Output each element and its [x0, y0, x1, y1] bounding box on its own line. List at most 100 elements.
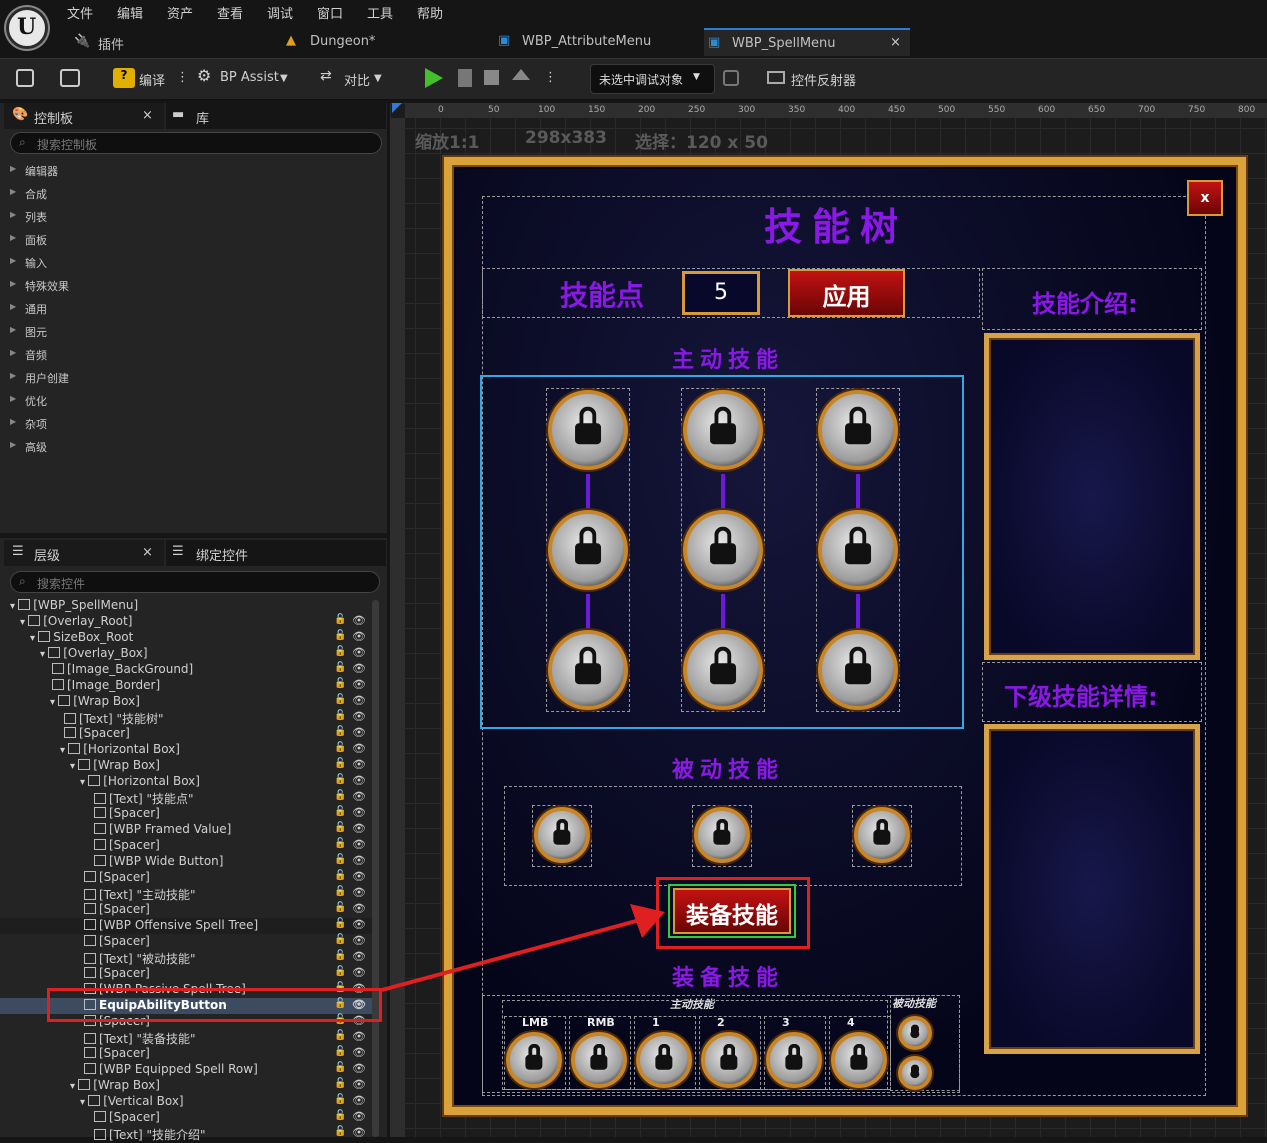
debug-target-icon[interactable] [723, 70, 739, 86]
expander-icon[interactable]: ▾ [80, 1097, 88, 1108]
eye-icon[interactable]: 👁 [352, 726, 366, 739]
expander-icon[interactable]: ▾ [30, 633, 38, 644]
expander-icon[interactable]: ▾ [10, 601, 18, 612]
compile-button[interactable]: 编译 [139, 70, 165, 89]
lock-icon[interactable]: 🔓 [334, 710, 346, 721]
equipped-spell-globe[interactable] [571, 1032, 627, 1088]
eye-icon[interactable]: 👁 [352, 710, 366, 723]
palette-category[interactable]: 输入 [0, 251, 385, 274]
hierarchy-tab[interactable]: ☰ 层级 × [4, 540, 164, 566]
eye-icon[interactable]: 👁 [352, 854, 366, 867]
close-icon[interactable]: × [142, 545, 153, 560]
menu-file[interactable]: 文件 [67, 3, 93, 22]
lock-icon[interactable]: 🔓 [334, 1126, 346, 1137]
hierarchy-row[interactable]: [Text] "技能树" 🔓 👁 [0, 710, 372, 726]
eye-icon[interactable]: 👁 [352, 1046, 366, 1059]
hierarchy-row[interactable]: ▾ [Horizontal Box] 🔓 👁 [0, 742, 372, 758]
hierarchy-row[interactable]: [Spacer] 🔓 👁 [0, 1046, 372, 1062]
eye-icon[interactable]: 👁 [352, 1110, 366, 1123]
more-icon[interactable]: ⋮ [544, 70, 557, 85]
lock-icon[interactable]: 🔓 [334, 806, 346, 817]
lock-icon[interactable]: 🔓 [334, 934, 346, 945]
hierarchy-row[interactable]: [Spacer] 🔓 👁 [0, 902, 372, 918]
unreal-logo-icon[interactable]: U [6, 7, 48, 49]
hierarchy-row[interactable]: [Text] "装备技能" 🔓 👁 [0, 1030, 372, 1046]
eye-icon[interactable]: 👁 [352, 934, 366, 947]
palette-category[interactable]: 音频 [0, 343, 385, 366]
hierarchy-row[interactable]: [Spacer] 🔓 👁 [0, 966, 372, 982]
palette-tab[interactable]: 🎨 控制板 × [4, 103, 164, 129]
palette-category[interactable]: 面板 [0, 228, 385, 251]
hierarchy-row[interactable]: ▾ [Wrap Box] 🔓 👁 [0, 694, 372, 710]
offensive-spell-globe[interactable] [548, 390, 628, 470]
lock-icon[interactable]: 🔓 [334, 662, 346, 673]
menu-view[interactable]: 查看 [217, 3, 243, 22]
tab-attribute-menu[interactable]: ▣ WBP_AttributeMenu [494, 28, 694, 56]
apply-button[interactable]: 应用 [788, 269, 905, 317]
offensive-spell-globe[interactable] [818, 390, 898, 470]
equipped-spell-globe[interactable] [766, 1032, 822, 1088]
diff-button[interactable]: 对比 [344, 70, 370, 89]
tab-spell-menu[interactable]: ▣ WBP_SpellMenu × [704, 28, 910, 56]
menu-debug[interactable]: 调试 [267, 3, 293, 22]
passive-spell-globe[interactable] [694, 807, 750, 863]
save-icon[interactable] [16, 69, 34, 87]
close-tab-icon[interactable]: × [890, 35, 901, 50]
expander-icon[interactable]: ▾ [80, 777, 88, 788]
hierarchy-row[interactable]: [Spacer] 🔓 👁 [0, 870, 372, 886]
hierarchy-row[interactable]: [Spacer] 🔓 👁 [0, 726, 372, 742]
menu-asset[interactable]: 资产 [167, 3, 193, 22]
equipped-passive-globe[interactable] [898, 1016, 932, 1050]
eye-icon[interactable]: 👁 [352, 614, 366, 627]
hierarchy-row[interactable]: [Text] "技能介绍" 🔓 👁 [0, 1126, 372, 1142]
eye-icon[interactable]: 👁 [352, 902, 366, 915]
lock-icon[interactable]: 🔓 [334, 774, 346, 785]
expander-icon[interactable]: ▾ [40, 649, 48, 660]
lock-icon[interactable]: 🔓 [334, 950, 346, 961]
eye-icon[interactable]: 👁 [352, 1062, 366, 1075]
compile-icon[interactable]: ? [113, 68, 135, 88]
eye-icon[interactable]: 👁 [352, 838, 366, 851]
gear-icon[interactable]: ⚙ [197, 66, 211, 85]
eye-icon[interactable]: 👁 [352, 1030, 366, 1043]
eye-icon[interactable]: 👁 [352, 966, 366, 979]
offensive-spell-globe[interactable] [818, 510, 898, 590]
hierarchy-row[interactable]: ▾ [Overlay_Box] 🔓 👁 [0, 646, 372, 662]
palette-category[interactable]: 杂项 [0, 412, 385, 435]
lock-icon[interactable]: 🔓 [334, 1030, 346, 1041]
menu-window[interactable]: 窗口 [317, 3, 343, 22]
equipped-spell-globe[interactable] [506, 1032, 562, 1088]
eye-icon[interactable]: 👁 [352, 822, 366, 835]
lock-icon[interactable]: 🔓 [334, 1062, 346, 1073]
chevron-down-icon[interactable]: ▼ [374, 73, 382, 84]
hierarchy-row[interactable]: ▾ [Overlay_Root] 🔓 👁 [0, 614, 372, 630]
expander-icon[interactable]: ▾ [70, 1081, 78, 1092]
equipped-spell-globe[interactable] [636, 1032, 692, 1088]
close-button[interactable]: x [1187, 180, 1223, 216]
library-tab[interactable]: ▬ 库 [166, 103, 386, 129]
lock-icon[interactable]: 🔓 [334, 1094, 346, 1105]
offensive-spell-globe[interactable] [548, 630, 628, 710]
eye-icon[interactable]: 👁 [352, 774, 366, 787]
lock-icon[interactable]: 🔓 [334, 1046, 346, 1057]
hierarchy-row[interactable]: ▾ [Horizontal Box] 🔓 👁 [0, 774, 372, 790]
palette-category[interactable]: 合成 [0, 182, 385, 205]
eye-icon[interactable]: 👁 [352, 630, 366, 643]
lock-icon[interactable]: 🔓 [334, 966, 346, 977]
lock-icon[interactable]: 🔓 [334, 646, 346, 657]
lock-icon[interactable]: 🔓 [334, 726, 346, 737]
offensive-spell-globe[interactable] [818, 630, 898, 710]
hierarchy-row[interactable]: [Spacer] 🔓 👁 [0, 806, 372, 822]
monitor-icon[interactable] [767, 71, 785, 84]
hierarchy-row[interactable]: ▾ [Vertical Box] 🔓 👁 [0, 1094, 372, 1110]
offensive-spell-globe[interactable] [548, 510, 628, 590]
stop-icon[interactable] [484, 70, 499, 85]
hierarchy-row[interactable]: [Image_Border] 🔓 👁 [0, 678, 372, 694]
expander-icon[interactable]: ▾ [70, 761, 78, 772]
chevron-down-icon[interactable]: ▼ [280, 73, 288, 84]
hierarchy-scrollbar[interactable] [372, 600, 379, 1137]
eye-icon[interactable]: 👁 [352, 758, 366, 771]
palette-search-input[interactable]: ⌕ 搜索控制板 [10, 132, 382, 154]
more-icon[interactable]: ⋮ [176, 70, 189, 85]
eye-icon[interactable]: 👁 [352, 694, 366, 707]
